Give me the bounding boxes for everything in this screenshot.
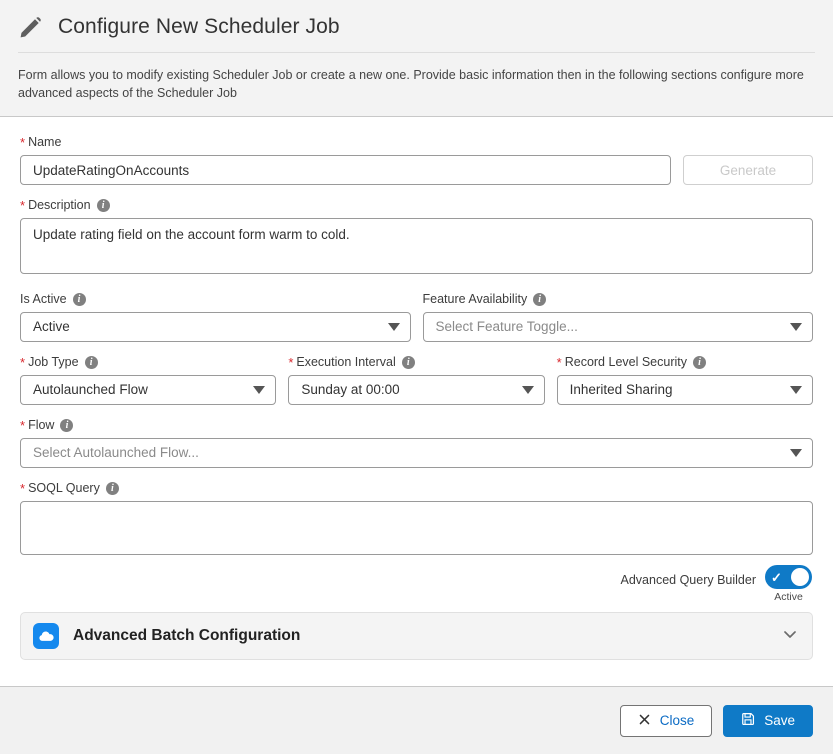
scheduler-job-form-window: Configure New Scheduler Job Form allows … [0,0,833,754]
label-flow-text: Flow [28,418,55,433]
label-execution-interval-text: Execution Interval [296,355,396,370]
header-title-row: Configure New Scheduler Job [18,14,815,52]
field-description: * Description i [20,198,813,279]
execution-interval-select[interactable]: Sunday at 00:00 [288,375,545,406]
label-feature-availability-text: Feature Availability [422,292,528,307]
label-record-level-security-text: Record Level Security [564,355,687,370]
info-icon[interactable]: i [60,419,74,433]
required-asterisk: * [556,355,562,371]
label-name-text: Name [28,135,62,150]
is-active-select-value[interactable]: Active [20,312,411,343]
toggle-knob [791,568,809,587]
name-input-wrap [20,155,671,186]
field-execution-interval: * Execution Interval i Sunday at 00:00 [288,355,545,406]
page-title: Configure New Scheduler Job [58,15,340,38]
label-execution-interval: * Execution Interval i [288,355,544,370]
feature-availability-select[interactable]: Select Feature Toggle... [422,312,813,343]
feature-availability-select-value[interactable]: Select Feature Toggle... [422,312,813,343]
execution-interval-select-value[interactable]: Sunday at 00:00 [288,375,545,406]
generate-button[interactable]: Generate [683,155,813,186]
save-button[interactable]: Save [723,704,813,737]
label-job-type: * Job Type i [20,355,276,370]
label-flow: * Flow i [20,418,813,433]
field-feature-availability: Feature Availability i Select Feature To… [422,292,814,343]
label-is-active: Is Active i [20,292,411,307]
close-button-label: Close [659,713,695,728]
info-icon[interactable]: i [105,482,119,496]
advanced-batch-configuration-section[interactable]: Advanced Batch Configuration [20,612,813,661]
info-icon[interactable]: i [401,356,415,370]
required-asterisk: * [20,355,26,371]
label-feature-availability: Feature Availability i [423,292,814,307]
row-job-exec-security: * Job Type i Autolaunched Flow * Executi… [20,355,813,406]
form-footer: Close Save [0,686,833,754]
label-is-active-text: Is Active [20,292,67,307]
form-body: * Name Generate * Description i [0,117,833,686]
advanced-query-builder-label: Advanced Query Builder [620,573,757,588]
required-asterisk: * [288,355,294,371]
label-soql-query-text: SOQL Query [28,481,100,496]
job-type-select[interactable]: Autolaunched Flow [20,375,277,406]
advanced-batch-configuration-title: Advanced Batch Configuration [73,627,301,645]
field-record-level-security: * Record Level Security i Inherited Shar… [556,355,813,406]
field-name: * Name Generate [20,135,813,186]
name-input-row: Generate [20,155,813,186]
name-input[interactable] [20,155,671,186]
is-active-select[interactable]: Active [20,312,411,343]
advanced-query-builder-toggle-group: ✓ Active [765,565,812,603]
save-disk-icon [741,712,755,729]
info-icon[interactable]: i [84,356,98,370]
info-icon[interactable]: i [693,356,706,370]
label-soql-query: * SOQL Query i [20,481,813,496]
save-button-label: Save [764,713,795,728]
chevron-down-icon[interactable] [782,626,798,647]
description-textarea[interactable] [20,218,813,275]
flow-select-value[interactable]: Select Autolaunched Flow... [20,438,813,469]
pencil-icon [18,14,44,40]
record-level-security-select[interactable]: Inherited Sharing [556,375,813,406]
info-icon[interactable]: i [72,293,86,307]
required-asterisk: * [20,418,26,434]
field-flow: * Flow i Select Autolaunched Flow... [20,418,813,469]
row-active-feature: Is Active i Active Feature Availability … [20,292,814,343]
label-name: * Name [20,135,813,150]
page-header: Configure New Scheduler Job Form allows … [0,0,833,118]
advanced-query-builder-toggle[interactable]: ✓ [765,565,812,590]
check-icon: ✓ [771,569,782,585]
soql-query-textarea[interactable] [20,501,813,556]
required-asterisk: * [20,135,26,151]
required-asterisk: * [20,198,26,214]
label-record-level-security: * Record Level Security i [557,355,813,370]
flow-select[interactable]: Select Autolaunched Flow... [20,438,813,469]
cloud-icon [33,623,59,650]
close-x-icon [638,713,651,729]
label-description: * Description i [20,198,813,213]
record-level-security-select-value[interactable]: Inherited Sharing [556,375,813,406]
job-type-select-value[interactable]: Autolaunched Flow [20,375,277,406]
close-button[interactable]: Close [619,704,713,737]
advanced-query-builder-row: Advanced Query Builder ✓ Active [20,565,813,603]
field-is-active: Is Active i Active [20,292,411,343]
field-soql-query: * SOQL Query i [20,481,813,560]
advanced-query-builder-state: Active [774,591,803,604]
label-description-text: Description [28,198,91,213]
required-asterisk: * [20,481,26,497]
info-icon[interactable]: i [96,199,110,213]
field-job-type: * Job Type i Autolaunched Flow [20,355,277,406]
page-description: Form allows you to modify existing Sched… [18,68,804,101]
info-icon[interactable]: i [533,293,547,307]
label-job-type-text: Job Type [28,355,79,370]
